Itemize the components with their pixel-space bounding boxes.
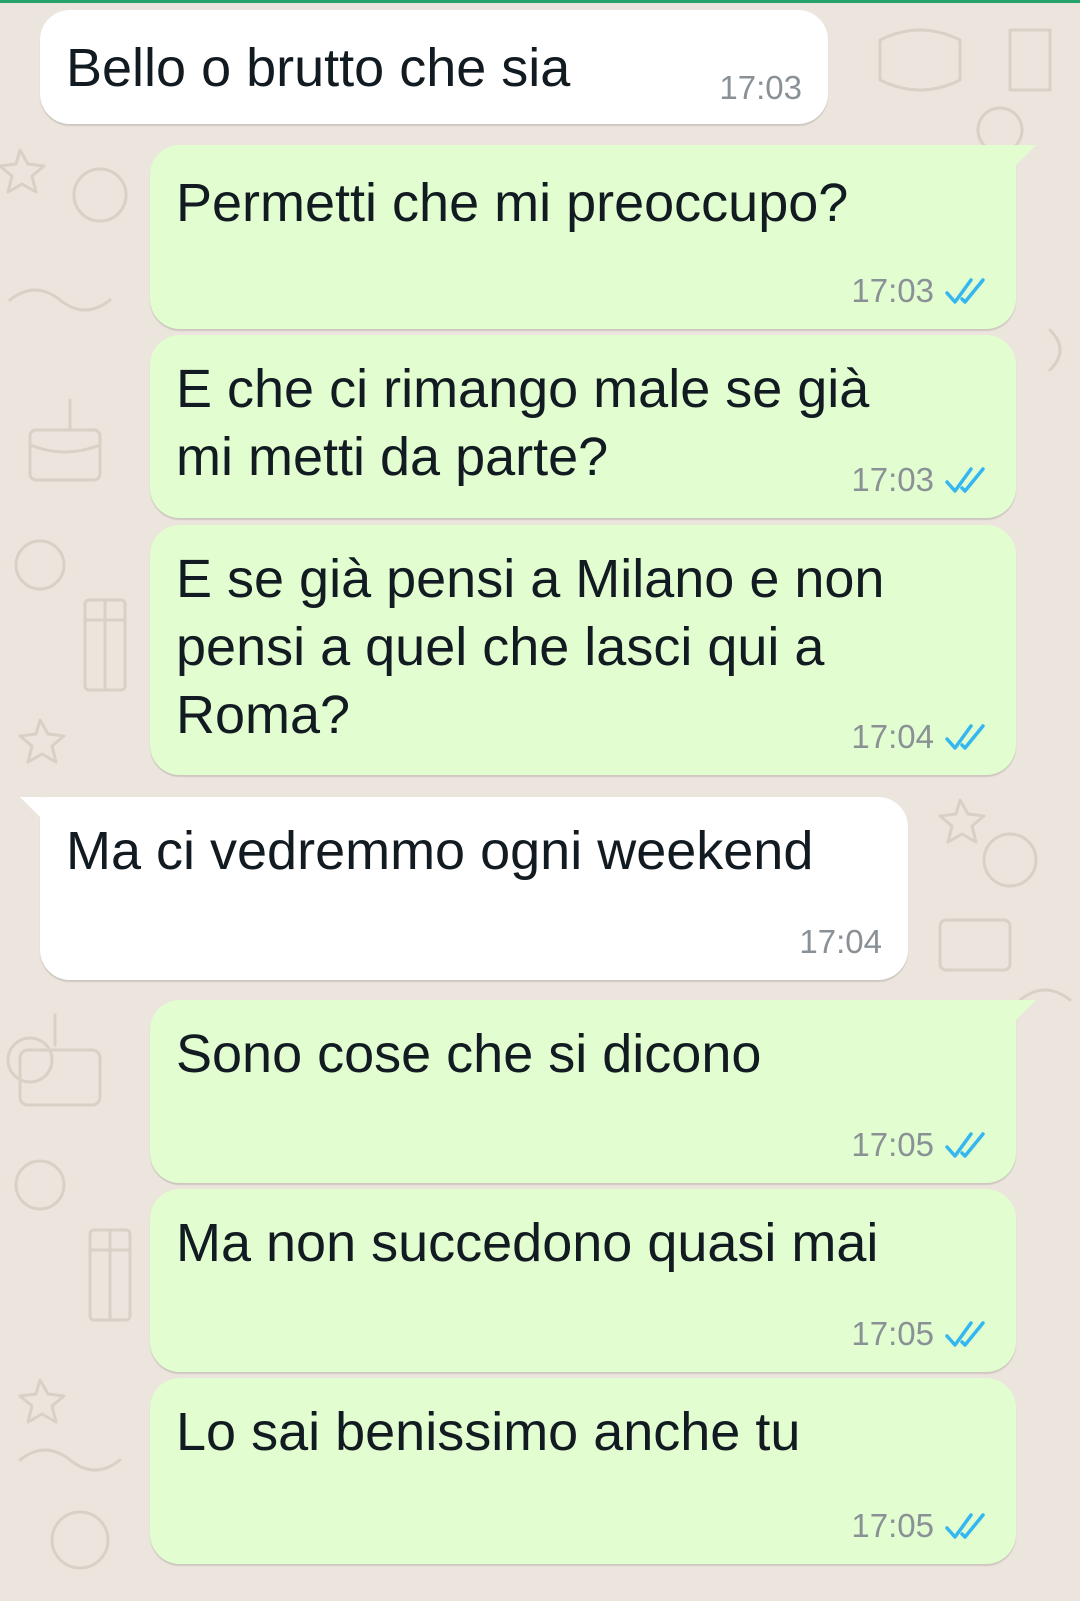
message-meta: 17:03 xyxy=(719,70,802,106)
message-time: 17:03 xyxy=(851,272,934,309)
double-check-read-icon xyxy=(945,467,985,493)
message-text: Ma non succedono quasi mai xyxy=(176,1213,879,1273)
message-bubble-outgoing[interactable]: Permetti che mi preoccupo? 17:03 xyxy=(150,145,1036,329)
message-text: Bello o brutto che sia xyxy=(66,38,571,98)
message-meta: 17:04 xyxy=(851,719,992,755)
bubble-tail-icon xyxy=(1014,145,1036,167)
message-time: 17:03 xyxy=(851,461,934,498)
message-bubble-outgoing[interactable]: Ma non succedono quasi mai 17:05 xyxy=(150,1189,1016,1372)
message-bubble-incoming[interactable]: Bello o brutto che sia 17:03 xyxy=(40,10,828,124)
message-time: 17:03 xyxy=(719,69,802,106)
message-time: 17:04 xyxy=(851,718,934,755)
double-check-read-icon xyxy=(945,278,985,304)
message-bubble-outgoing[interactable]: Lo sai benissimo anche tu 17:05 xyxy=(150,1378,1016,1564)
message-meta: 17:03 xyxy=(851,273,992,309)
double-check-read-icon xyxy=(945,1321,985,1347)
double-check-read-icon xyxy=(945,724,985,750)
message-time: 17:05 xyxy=(851,1507,934,1544)
message-meta: 17:05 xyxy=(851,1508,992,1544)
double-check-read-icon xyxy=(945,1132,985,1158)
message-meta: 17:03 xyxy=(851,462,992,498)
message-text: Permetti che mi preoccupo? xyxy=(176,173,849,233)
bubble-tail-icon xyxy=(20,797,42,819)
message-time: 17:05 xyxy=(851,1126,934,1163)
message-meta: 17:05 xyxy=(851,1316,992,1352)
message-list[interactable]: Bello o brutto che sia 17:03 Permetti ch… xyxy=(0,0,1080,1601)
message-text: Ma ci vedremmo ogni weekend xyxy=(66,821,814,881)
message-text: E se già pensi a Milano e non pensi a qu… xyxy=(176,549,885,745)
message-bubble-outgoing[interactable]: E che ci rimango male se già mi metti da… xyxy=(150,335,1016,518)
message-text: Lo sai benissimo anche tu xyxy=(176,1402,801,1462)
message-text: E che ci rimango male se già mi metti da… xyxy=(176,359,870,487)
message-time: 17:05 xyxy=(851,1315,934,1352)
message-bubble-outgoing[interactable]: Sono cose che si dicono 17:05 xyxy=(150,1000,1036,1183)
message-text: Sono cose che si dicono xyxy=(176,1024,762,1084)
message-bubble-outgoing[interactable]: E se già pensi a Milano e non pensi a qu… xyxy=(150,525,1016,775)
message-meta: 17:05 xyxy=(851,1127,992,1163)
double-check-read-icon xyxy=(945,1513,985,1539)
message-bubble-incoming[interactable]: Ma ci vedremmo ogni weekend 17:04 xyxy=(20,797,908,980)
bubble-tail-icon xyxy=(1014,1000,1036,1022)
message-meta: 17:04 xyxy=(799,924,882,960)
message-time: 17:04 xyxy=(799,923,882,960)
